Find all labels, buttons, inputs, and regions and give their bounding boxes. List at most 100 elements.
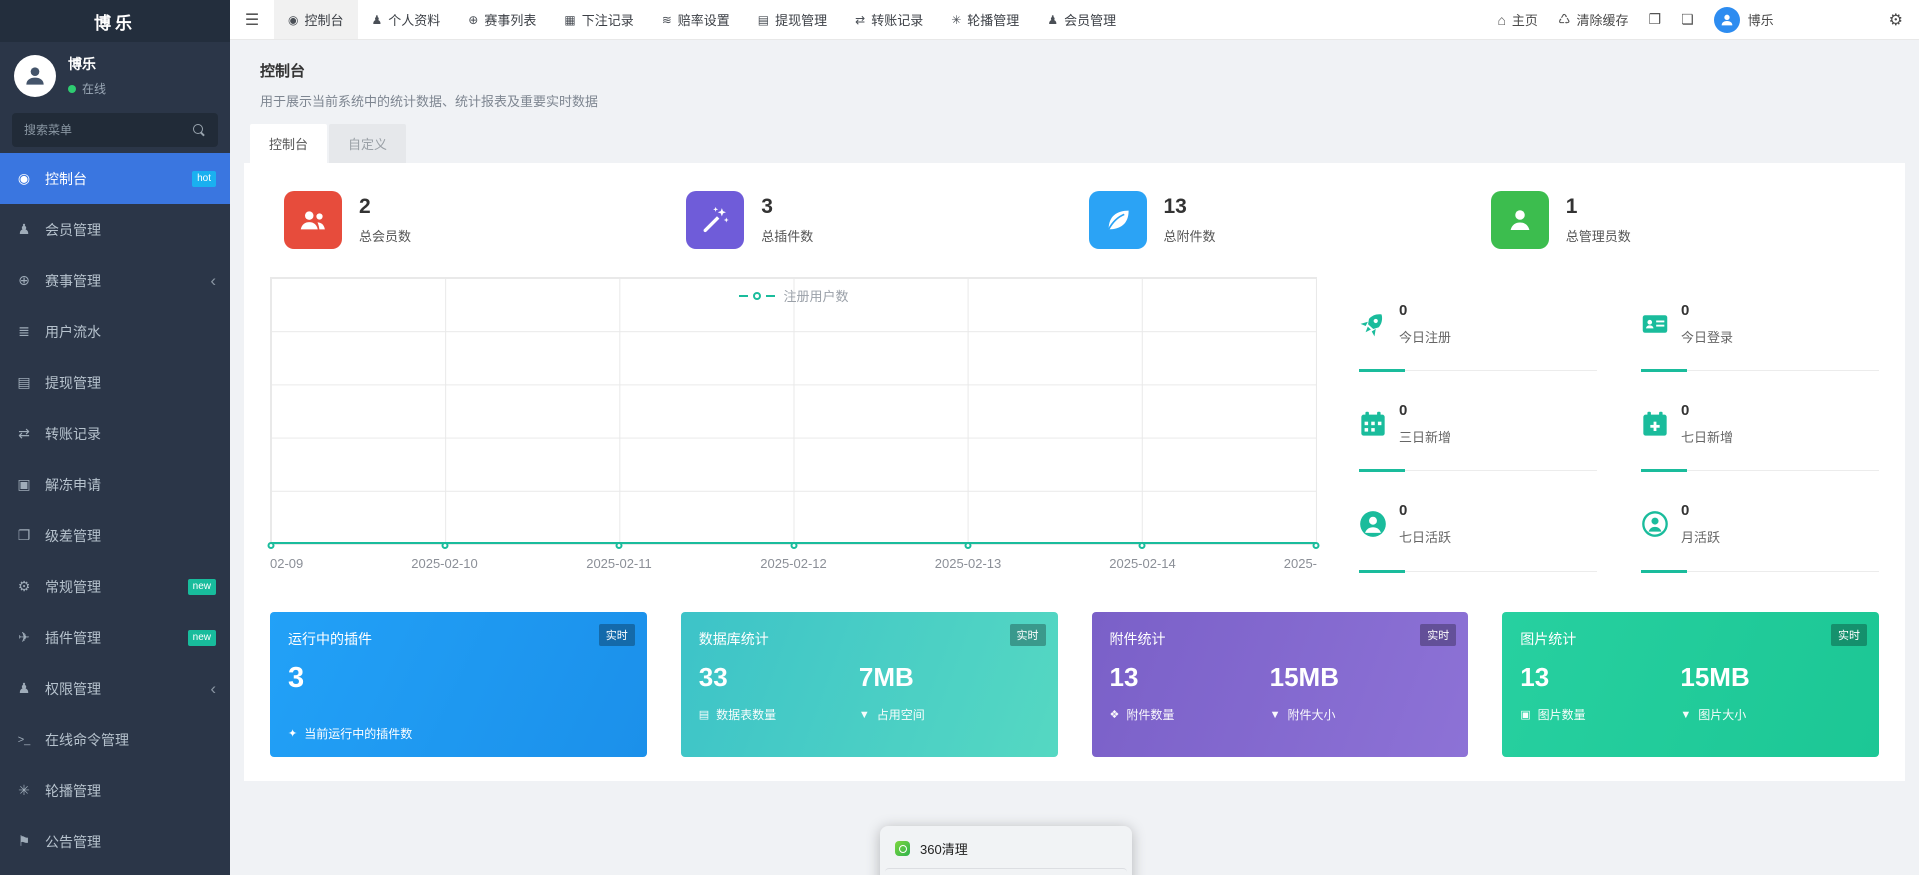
home-button[interactable]: ⌂ 主页 xyxy=(1497,10,1537,29)
card-column: 13 ▣ 图片数量 xyxy=(1520,662,1680,723)
realtime-badge: 实时 xyxy=(1009,624,1046,646)
stat-total-plugins: 3 总插件数 xyxy=(672,191,1074,249)
mini-stat-value: 0 xyxy=(1399,301,1408,319)
file-button[interactable]: ❒ xyxy=(1649,11,1662,28)
sidebar-item-carousel[interactable]: ✳ 轮播管理 xyxy=(0,765,230,816)
360-clean-icon xyxy=(895,841,910,856)
card-value: 7MB xyxy=(858,662,914,692)
home-icon: ⌂ xyxy=(1497,11,1506,28)
sidebar-item-events[interactable]: ⊕ 赛事管理 ‹ xyxy=(0,255,230,306)
sidebar-item-general[interactable]: ⚙ 常规管理 new xyxy=(0,561,230,612)
globe-icon: ⊕ xyxy=(18,272,30,288)
odds-icon: ≋ xyxy=(661,12,672,27)
tab-transfers[interactable]: ⇄ 转账记录 xyxy=(841,0,937,39)
topbar-tabs: ◉ 控制台 ♟ 个人资料 ⊕ 赛事列表 ▦ 下注记录 ≋ 赔率设置 ▤ 提现管理… xyxy=(274,0,1130,39)
legend-line-icon xyxy=(738,294,748,297)
card-column: 33 ▤ 数据表数量 xyxy=(699,662,859,723)
dashboard-icon: ◉ xyxy=(288,12,299,27)
sidebar-item-transfers[interactable]: ⇄ 转账记录 xyxy=(0,408,230,459)
user-profile[interactable]: 博乐 在线 xyxy=(0,42,230,103)
sidebar-item-level-diff[interactable]: ❐ 级差管理 xyxy=(0,510,230,561)
sidebar-item-unfreeze[interactable]: ▣ 解冻申请 xyxy=(0,459,230,510)
avatar xyxy=(1713,6,1740,33)
chart-row: 注册用户数 02-09 2025-02-10 2025-02-11 2025-02-1… xyxy=(260,277,1889,578)
profile-info: 博乐 在线 xyxy=(68,54,106,97)
card-value: 15MB xyxy=(1680,662,1750,692)
page-tab-console[interactable]: 控制台 xyxy=(250,124,328,163)
picture-icon: ▣ xyxy=(1520,709,1531,721)
card-columns: 13 ❖ 附件数量 15MB ▼ 附件大小 xyxy=(1110,662,1451,723)
legend-label: 注册用户数 xyxy=(783,289,849,304)
sidebar-item-plugins[interactable]: ✈ 插件管理 new xyxy=(0,612,230,663)
chart-x-label: 2025-02-12 xyxy=(760,556,827,571)
tab-label: 控制台 xyxy=(304,13,344,28)
file-icon: ❒ xyxy=(1648,11,1662,27)
info-cards: 运行中的插件 实时 3 ✦ 当前运行中的插件数 数据库统计 实时 33 ▤ 数据… xyxy=(260,612,1889,757)
new-badge: new xyxy=(187,578,216,595)
clear-cache-label: 清除缓存 xyxy=(1576,13,1629,28)
tab-event-list[interactable]: ⊕ 赛事列表 xyxy=(454,0,550,39)
tab-console[interactable]: ◉ 控制台 xyxy=(274,0,358,39)
new-badge: new xyxy=(187,629,216,646)
page-tab-custom[interactable]: 自定义 xyxy=(329,124,407,163)
settings-gear-icon[interactable]: ⚙ xyxy=(1889,10,1903,30)
registrations-chart: 注册用户数 02-09 2025-02-10 2025-02-11 2025-02-1… xyxy=(267,277,1320,578)
stat-value: 1 xyxy=(1565,195,1578,218)
user-circle-icon xyxy=(1359,510,1399,538)
context-menu-item-360-clean[interactable]: 360清理 xyxy=(885,833,1127,864)
card-sub: ▼ 占用空间 xyxy=(859,706,1019,723)
tab-bet-records[interactable]: ▦ 下注记录 xyxy=(550,0,647,39)
chart-plot-area: 注册用户数 xyxy=(267,277,1320,549)
stat-label: 总附件数 xyxy=(1163,229,1216,244)
mini-stat-label: 今日登录 xyxy=(1681,329,1734,345)
tab-odds-settings[interactable]: ≋ 赔率设置 xyxy=(648,0,744,39)
chart-point xyxy=(790,542,797,549)
users-circle-icon xyxy=(1641,510,1681,538)
sidebar-item-permissions[interactable]: ♟ 权限管理 ‹ xyxy=(0,663,230,714)
sidebar-item-members[interactable]: ♟ 会员管理 xyxy=(0,204,230,255)
card-title: 数据库统计 xyxy=(698,631,769,647)
chevron-left-icon: ‹ xyxy=(210,271,216,290)
calendar-plus-icon xyxy=(1641,410,1681,438)
sidebar-item-announcements[interactable]: ⚑ 公告管理 xyxy=(0,816,230,867)
chart-x-label: 2025-02-11 xyxy=(586,556,652,571)
sidebar-item-user-flow[interactable]: ≣ 用户流水 xyxy=(0,306,230,357)
sidebar-item-withdrawals[interactable]: ▤ 提现管理 xyxy=(0,357,230,408)
sidebar-item-online-commands[interactable]: >_ 在线命令管理 xyxy=(0,714,230,765)
search-input[interactable] xyxy=(24,123,193,137)
main-area: ☰ ◉ 控制台 ♟ 个人资料 ⊕ 赛事列表 ▦ 下注记录 ≋ 赔率设置 ▤ 提现… xyxy=(230,0,1919,875)
globe-icon: ⊕ xyxy=(468,12,479,27)
search-icon[interactable] xyxy=(193,123,206,137)
download-icon: ▼ xyxy=(858,708,870,721)
hamburger-icon[interactable]: ☰ xyxy=(230,0,274,39)
tab-members[interactable]: ♟ 会员管理 xyxy=(1033,0,1130,39)
card-value: 33 xyxy=(698,662,728,692)
chart-x-label: 2025-02-15 xyxy=(1283,556,1317,571)
tab-carousel[interactable]: ✳ 轮播管理 xyxy=(937,0,1033,39)
sidebar-item-dashboard[interactable]: ◉ 控制台 hot xyxy=(0,153,230,204)
context-menu-item-pin-taskbar[interactable]: 固定到任务栏 xyxy=(885,868,1127,875)
page-header: 控制台 用于展示当前系统中的统计数据、统计报表及重要实时数据 xyxy=(244,50,1905,110)
clear-cache-button[interactable]: ♺ 清除缓存 xyxy=(1558,10,1629,29)
card-sub: ▼ 图片大小 xyxy=(1680,706,1840,723)
realtime-badge: 实时 xyxy=(1831,624,1867,646)
topbar-user[interactable]: 博乐 xyxy=(1713,6,1774,33)
image-stats-card: 图片统计 实时 13 ▣ 图片数量 15MB ▼ 图片大小 xyxy=(1502,612,1879,757)
chart-x-label: 2025-02-13 xyxy=(934,556,1002,571)
card-column: 15MB ▼ 附件大小 xyxy=(1270,662,1430,723)
fullscreen-button[interactable]: ❏ xyxy=(1681,11,1694,28)
tab-profile[interactable]: ♟ 个人资料 xyxy=(358,0,455,39)
person-icon: ♟ xyxy=(371,12,383,27)
card-sub-label: 占用空间 xyxy=(876,708,925,722)
mini-stat-label: 月活跃 xyxy=(1681,530,1721,546)
sidebar-item-label: 会员管理 xyxy=(45,221,101,238)
sidebar-item-label: 用户流水 xyxy=(45,323,101,340)
mini-stat-value: 0 xyxy=(1399,401,1408,419)
users-icon: ♟ xyxy=(17,221,31,237)
brand-logo: 博乐 xyxy=(0,0,230,42)
page-title: 控制台 xyxy=(260,63,306,80)
trash-icon: ♺ xyxy=(1557,11,1571,27)
stat-label: 总会员数 xyxy=(359,229,412,244)
tab-label: 提现管理 xyxy=(775,13,828,28)
tab-withdrawals[interactable]: ▤ 提现管理 xyxy=(744,0,841,39)
